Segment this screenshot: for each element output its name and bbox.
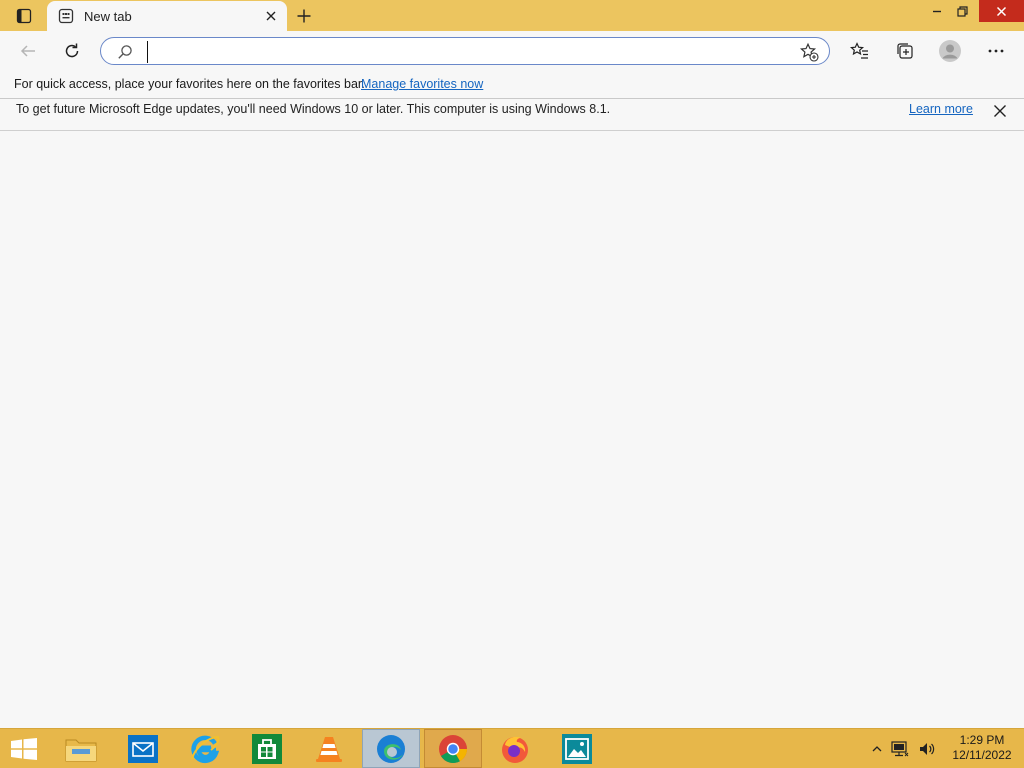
vlc-cone-icon (316, 736, 342, 762)
tab-title: New tab (84, 9, 132, 24)
favorites-bar: For quick access, place your favorites h… (0, 71, 1024, 98)
taskbar-mail[interactable] (114, 729, 172, 768)
manage-favorites-link[interactable]: Manage favorites now (361, 77, 483, 91)
tab-new-tab[interactable]: New tab (47, 1, 287, 31)
firefox-icon (502, 736, 528, 763)
favorites-bar-message: For quick access, place your favorites h… (14, 77, 365, 91)
volume-icon[interactable] (918, 741, 936, 757)
new-tab-favicon-icon (58, 8, 74, 24)
favorites-button[interactable] (846, 37, 874, 65)
refresh-icon (65, 43, 79, 58)
taskbar: 1:29 PM 12/11/2022 (0, 728, 1024, 768)
edge-icon (377, 734, 405, 763)
settings-and-more-button[interactable] (982, 37, 1010, 65)
start-button[interactable] (10, 738, 38, 760)
restore-icon (956, 5, 968, 17)
taskbar-firefox[interactable] (486, 729, 544, 768)
collections-icon (897, 43, 913, 59)
restore-button[interactable] (951, 0, 973, 22)
minimize-button[interactable] (926, 0, 948, 22)
learn-more-link[interactable]: Learn more (909, 102, 973, 116)
more-dots-icon (988, 49, 1004, 53)
clock-date: 12/11/2022 (952, 748, 1012, 762)
store-icon (252, 733, 282, 764)
taskbar-clock[interactable]: 1:29 PM 12/11/2022 (944, 733, 1020, 763)
taskbar-file-explorer[interactable] (52, 729, 110, 768)
taskbar-internet-explorer[interactable] (176, 729, 234, 768)
title-bar: New tab (0, 0, 1024, 31)
address-input[interactable] (147, 41, 792, 63)
back-button[interactable] (14, 37, 42, 65)
new-tab-button[interactable] (293, 5, 315, 27)
update-info-bar: To get future Microsoft Edge updates, yo… (0, 98, 1024, 131)
chrome-icon (439, 734, 468, 763)
profile-button[interactable] (936, 37, 964, 65)
plus-icon (297, 9, 311, 23)
back-arrow-icon (20, 45, 35, 57)
network-icon[interactable] (891, 741, 909, 757)
taskbar-photos[interactable] (548, 729, 606, 768)
address-bar[interactable] (100, 37, 830, 65)
page-content[interactable] (0, 131, 1024, 728)
search-icon (118, 45, 132, 59)
favorites-list-icon (850, 42, 868, 59)
refresh-button[interactable] (58, 37, 86, 65)
browser-toolbar (0, 31, 1024, 71)
internet-explorer-icon (191, 735, 220, 763)
tab-close-icon[interactable] (264, 9, 278, 23)
taskbar-store[interactable] (238, 729, 296, 768)
info-bar-message: To get future Microsoft Edge updates, yo… (16, 102, 611, 116)
collections-button[interactable] (891, 37, 919, 65)
mail-icon (128, 734, 158, 763)
close-window-button[interactable] (979, 0, 1024, 22)
info-bar-close-button[interactable] (990, 101, 1010, 121)
tab-actions-button[interactable] (8, 4, 40, 28)
taskbar-microsoft-edge[interactable] (362, 729, 420, 768)
photos-icon (562, 733, 592, 764)
minimize-icon (933, 10, 941, 13)
folder-icon (65, 739, 97, 761)
taskbar-google-chrome[interactable] (424, 729, 482, 768)
tab-actions-icon (16, 8, 32, 24)
show-hidden-icons-icon[interactable] (872, 744, 882, 754)
system-tray (872, 741, 936, 757)
add-favorite-icon[interactable] (799, 42, 819, 62)
windows-logo-icon (11, 738, 37, 760)
close-icon (996, 6, 1007, 16)
avatar (939, 40, 961, 62)
taskbar-vlc[interactable] (300, 729, 358, 768)
clock-time: 1:29 PM (959, 733, 1005, 747)
close-icon (994, 105, 1006, 117)
